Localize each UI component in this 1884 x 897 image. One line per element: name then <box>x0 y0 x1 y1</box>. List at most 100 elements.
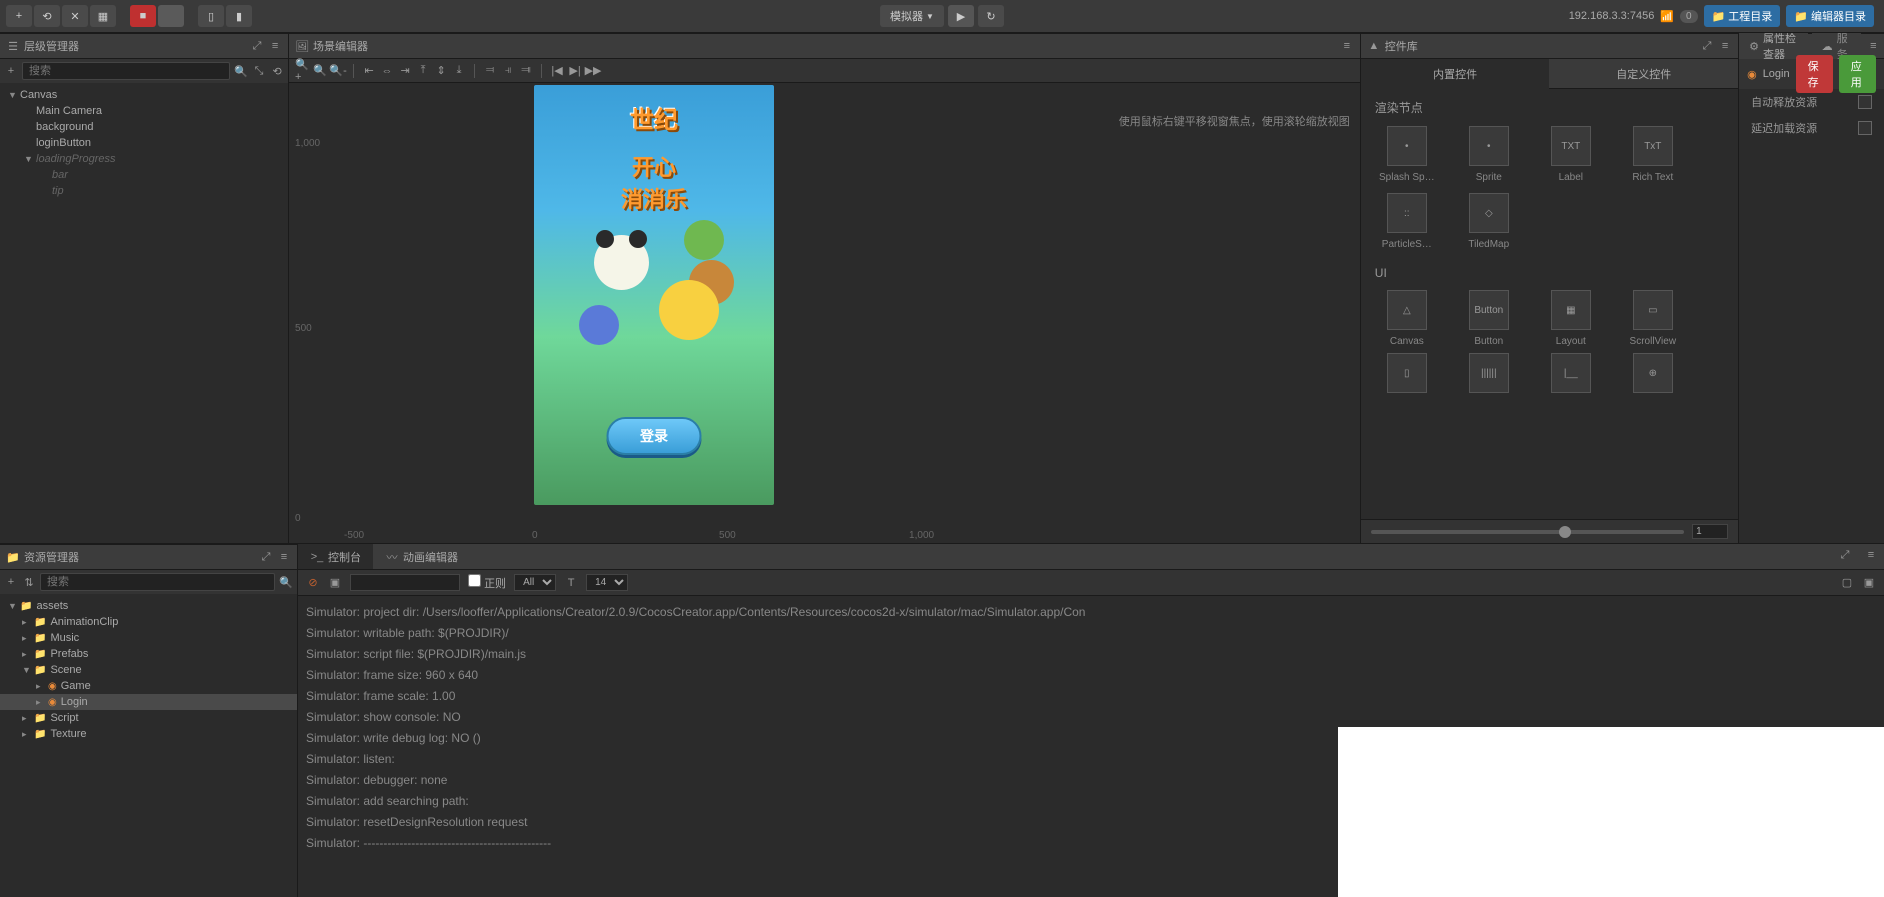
inspector-menu-icon[interactable]: ≡ <box>1869 39 1878 53</box>
zoom-in-icon[interactable]: 🔍+ <box>295 64 309 78</box>
align-m-icon[interactable]: ⇕ <box>434 64 448 78</box>
asset-item-music[interactable]: ▸📁Music <box>0 630 297 646</box>
project-dir-button[interactable]: 📁 工程目录 <box>1704 5 1781 27</box>
zoom-fit-icon[interactable]: 🔍 <box>313 64 327 78</box>
hierarchy-item-main camera[interactable]: Main Camera <box>0 103 288 119</box>
play-button[interactable]: ▶ <box>948 5 974 27</box>
refresh-icon[interactable]: ⟲ <box>270 64 284 78</box>
auto-release-checkbox[interactable] <box>1858 95 1872 109</box>
console-extra2-icon[interactable]: ▣ <box>1862 576 1876 590</box>
asset-item-login[interactable]: ▸◉Login <box>0 694 297 710</box>
scene-canvas[interactable]: 使用鼠标右键平移视窗焦点，使用滚轮缩放视图 1,000 500 0 -500 0… <box>289 83 1360 543</box>
search-icon[interactable]: 🔍 <box>234 64 248 78</box>
tab-animation[interactable]: 〰动画编辑器 <box>373 544 470 569</box>
tab-custom[interactable]: 自定义控件 <box>1549 59 1738 89</box>
editor-dir-button[interactable]: 📁 编辑器目录 <box>1786 5 1874 27</box>
add-button[interactable]: + <box>6 5 32 27</box>
login-game-button[interactable]: 登录 <box>607 417 702 455</box>
lib-item-splash-sp-[interactable]: •Splash Sp… <box>1371 126 1443 183</box>
asset-item-assets[interactable]: ▼📁assets <box>0 598 297 614</box>
menu-icon[interactable]: ≡ <box>268 39 282 53</box>
regex-checkbox[interactable] <box>468 574 481 587</box>
expand-icon[interactable]: ⤡ <box>252 64 266 78</box>
lib-item-rich-text[interactable]: TxTRich Text <box>1617 126 1689 183</box>
lib-item-particles-[interactable]: ::ParticleS… <box>1371 193 1443 250</box>
library-zoom-value[interactable] <box>1692 524 1728 539</box>
assets-add-icon[interactable]: + <box>4 575 18 589</box>
align-r-icon[interactable]: ⇥ <box>398 64 412 78</box>
layout-a-button[interactable]: ▯ <box>198 5 224 27</box>
dist-v-icon[interactable]: ⫣ <box>501 64 515 78</box>
console-menu-icon[interactable]: ≡ <box>1864 548 1878 562</box>
lib-item-extra3[interactable]: |__ <box>1535 353 1607 393</box>
align-l-icon[interactable]: ⇤ <box>362 64 376 78</box>
tab-builtin[interactable]: 内置控件 <box>1361 59 1550 89</box>
scene-menu-icon[interactable]: ≡ <box>1340 39 1354 53</box>
asset-item-script[interactable]: ▸📁Script <box>0 710 297 726</box>
lib-item-button[interactable]: ButtonButton <box>1453 290 1525 347</box>
library-zoom-slider[interactable] <box>1361 519 1738 543</box>
align-b-icon[interactable]: ⤓ <box>452 64 466 78</box>
collapse-icon[interactable]: ▣ <box>328 576 342 590</box>
grid-button[interactable]: ▦ <box>90 5 116 27</box>
asset-item-game[interactable]: ▸◉Game <box>0 678 297 694</box>
asset-item-texture[interactable]: ▸📁Texture <box>0 726 297 742</box>
record-button[interactable]: ■ <box>130 5 156 27</box>
apply-button[interactable]: 应用 <box>1839 55 1876 93</box>
close-x-button[interactable]: ✕ <box>62 5 88 27</box>
hierarchy-item-background[interactable]: background <box>0 119 288 135</box>
align-t-icon[interactable]: ⤒ <box>416 64 430 78</box>
assets-menu-icon[interactable]: ≡ <box>277 550 291 564</box>
popout-icon[interactable]: ⤢ <box>250 39 264 53</box>
game-preview[interactable]: 世纪 开心消消乐 登录 <box>534 85 774 505</box>
library-popout-icon[interactable]: ⤢ <box>1700 39 1714 53</box>
console-filter-input[interactable] <box>350 574 460 591</box>
lib-item-sprite[interactable]: •Sprite <box>1453 126 1525 183</box>
hierarchy-search-input[interactable] <box>22 62 230 80</box>
simulator-dropdown[interactable]: 模拟器 ▼ <box>880 5 944 27</box>
lib-item-scrollview[interactable]: ▭ScrollView <box>1617 290 1689 347</box>
stop-button[interactable] <box>158 5 184 27</box>
step-next-icon[interactable]: ▶▶ <box>586 64 600 78</box>
asset-item-prefabs[interactable]: ▸📁Prefabs <box>0 646 297 662</box>
hierarchy-item-loadingprogress[interactable]: ▼loadingProgress <box>0 151 288 167</box>
lib-item-layout[interactable]: ▦Layout <box>1535 290 1607 347</box>
hierarchy-icon: ☰ <box>6 39 20 53</box>
lib-item-extra4[interactable]: ⊕ <box>1617 353 1689 393</box>
save-button[interactable]: 保存 <box>1796 55 1833 93</box>
tab-console[interactable]: >_控制台 <box>298 544 373 569</box>
layout-b-button[interactable]: ▮ <box>226 5 252 27</box>
level-select[interactable]: All <box>514 574 556 591</box>
zoom-out-icon[interactable]: 🔍- <box>331 64 345 78</box>
lib-item-canvas[interactable]: △Canvas <box>1371 290 1443 347</box>
assets-search-input[interactable] <box>40 573 275 591</box>
lib-item-extra1[interactable]: ▯ <box>1371 353 1443 393</box>
assets-sort-icon[interactable]: ⇅ <box>22 575 36 589</box>
lib-item-extra2[interactable]: |||||| <box>1453 353 1525 393</box>
hierarchy-item-loginbutton[interactable]: loginButton <box>0 135 288 151</box>
step-prev-icon[interactable]: |◀ <box>550 64 564 78</box>
assets-search-icon[interactable]: 🔍 <box>279 575 293 589</box>
asset-item-animationclip[interactable]: ▸📁AnimationClip <box>0 614 297 630</box>
assets-popout-icon[interactable]: ⤢ <box>259 550 273 564</box>
blob-character <box>579 305 619 345</box>
clear-icon[interactable]: ⊘ <box>306 576 320 590</box>
step-play-icon[interactable]: ▶| <box>568 64 582 78</box>
hierarchy-item-bar[interactable]: bar <box>0 167 288 183</box>
hierarchy-item-tip[interactable]: tip <box>0 183 288 199</box>
lib-item-label[interactable]: TXTLabel <box>1535 126 1607 183</box>
hierarchy-item-canvas[interactable]: ▼Canvas <box>0 87 288 103</box>
console-popout-icon[interactable]: ⤢ <box>1838 548 1852 562</box>
dist-h-icon[interactable]: ⫤ <box>483 64 497 78</box>
reload-button[interactable]: ↻ <box>978 5 1004 27</box>
align-c-icon[interactable]: ⇔ <box>380 64 394 78</box>
add-node-icon[interactable]: + <box>4 64 18 78</box>
refresh-button[interactable]: ⟲ <box>34 5 60 27</box>
lazy-load-checkbox[interactable] <box>1858 121 1872 135</box>
lib-item-tiledmap[interactable]: ◇TiledMap <box>1453 193 1525 250</box>
asset-item-scene[interactable]: ▼📁Scene <box>0 662 297 678</box>
fontsize-select[interactable]: 14 <box>586 574 628 591</box>
library-menu-icon[interactable]: ≡ <box>1718 39 1732 53</box>
console-extra1-icon[interactable]: ▢ <box>1840 576 1854 590</box>
dist-a-icon[interactable]: ⫥ <box>519 64 533 78</box>
